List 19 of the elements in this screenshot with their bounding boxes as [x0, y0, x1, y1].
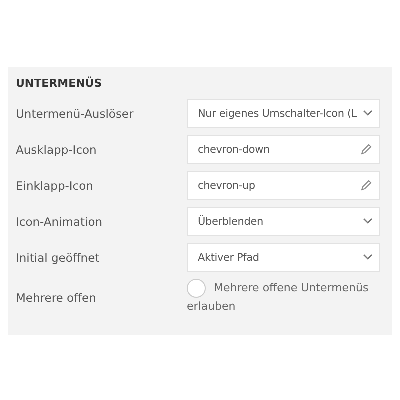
field-label: Initial geöffnet	[16, 250, 101, 264]
pencil-icon	[360, 143, 373, 156]
chevron-down-icon	[363, 218, 373, 225]
field-label: Untermenü-Auslöser	[16, 106, 135, 120]
field-label: Einklapp-Icon	[16, 178, 94, 192]
field-label: Mehrere offen	[16, 290, 98, 304]
section-title: UNTERMENÜS	[16, 77, 104, 90]
chevron-down-icon	[363, 110, 373, 117]
field-label: Icon-Animation	[16, 214, 104, 228]
pencil-icon	[360, 179, 373, 192]
input-field[interactable]: chevron-down	[187, 135, 380, 164]
field-label: Ausklapp-Icon	[16, 142, 98, 156]
input-field[interactable]: chevron-up	[187, 171, 380, 200]
select-field[interactable]: Nur eigenes Umschalter-Icon (L	[187, 99, 380, 128]
chevron-down-icon	[363, 254, 373, 261]
select-field[interactable]: Überblenden	[187, 207, 380, 236]
select-field[interactable]: Aktiver Pfad	[187, 243, 380, 272]
checkbox[interactable]	[187, 279, 206, 298]
checkbox-label[interactable]: Mehrere offene Untermenüs erlauben	[187, 279, 377, 316]
